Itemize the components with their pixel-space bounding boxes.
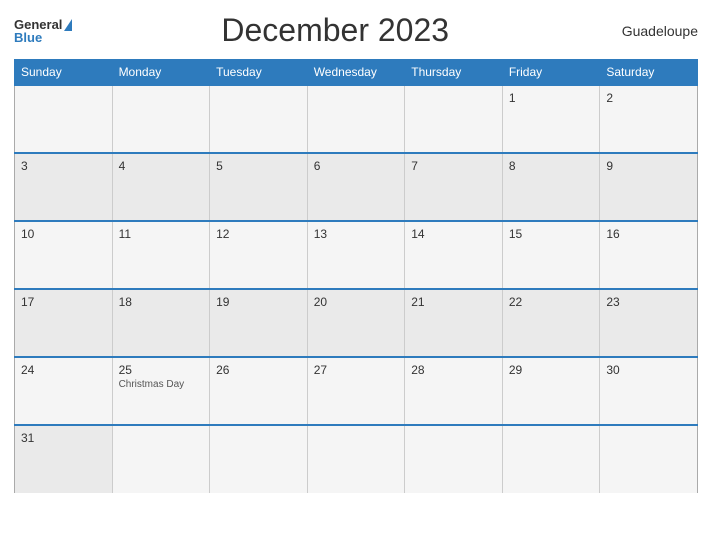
- day-number: 10: [21, 227, 106, 241]
- calendar-cell: [502, 425, 600, 493]
- day-number: 28: [411, 363, 496, 377]
- calendar-cell: 19: [210, 289, 308, 357]
- calendar-cell: 23: [600, 289, 698, 357]
- calendar-cell: 24: [15, 357, 113, 425]
- day-number: 17: [21, 295, 106, 309]
- calendar-cell: [112, 85, 210, 153]
- weekday-header-row: SundayMondayTuesdayWednesdayThursdayFrid…: [15, 60, 698, 86]
- calendar-cell: 26: [210, 357, 308, 425]
- logo-text-general: General: [14, 18, 62, 31]
- day-number: 26: [216, 363, 301, 377]
- logo-triangle-icon: [64, 19, 72, 31]
- calendar-cell: 30: [600, 357, 698, 425]
- day-number: 21: [411, 295, 496, 309]
- day-number: 24: [21, 363, 106, 377]
- calendar-cell: 16: [600, 221, 698, 289]
- day-number: 9: [606, 159, 691, 173]
- calendar-cell: [405, 85, 503, 153]
- weekday-header-friday: Friday: [502, 60, 600, 86]
- weekday-header-sunday: Sunday: [15, 60, 113, 86]
- day-number: 7: [411, 159, 496, 173]
- weekday-header-thursday: Thursday: [405, 60, 503, 86]
- calendar-cell: 11: [112, 221, 210, 289]
- calendar-row-4: 24 25 Christmas Day 26 27 28 29 30: [15, 357, 698, 425]
- day-number: 31: [21, 431, 106, 445]
- day-number: 18: [119, 295, 204, 309]
- day-number: 23: [606, 295, 691, 309]
- calendar-row-0: 12: [15, 85, 698, 153]
- day-number: 27: [314, 363, 399, 377]
- calendar-row-2: 10 11 12 13 14 15 16: [15, 221, 698, 289]
- calendar-row-3: 17 18 19 20 21 22 23: [15, 289, 698, 357]
- calendar-cell: 22: [502, 289, 600, 357]
- day-number: 1: [509, 91, 594, 105]
- weekday-header-tuesday: Tuesday: [210, 60, 308, 86]
- calendar-cell: 8: [502, 153, 600, 221]
- calendar-row-5: 31: [15, 425, 698, 493]
- calendar-cell: 15: [502, 221, 600, 289]
- calendar-cell: 13: [307, 221, 405, 289]
- day-number: 13: [314, 227, 399, 241]
- day-number: 29: [509, 363, 594, 377]
- calendar-cell: 7: [405, 153, 503, 221]
- day-number: 11: [119, 227, 204, 241]
- logo-text-blue: Blue: [14, 31, 42, 44]
- day-number: 20: [314, 295, 399, 309]
- calendar-cell: 17: [15, 289, 113, 357]
- day-number: 3: [21, 159, 106, 173]
- calendar-cell: [600, 425, 698, 493]
- calendar-cell: [210, 425, 308, 493]
- calendar-cell: [405, 425, 503, 493]
- calendar-cell: 9: [600, 153, 698, 221]
- day-number: 25: [119, 363, 204, 377]
- day-number: 2: [606, 91, 691, 105]
- calendar-cell: 18: [112, 289, 210, 357]
- calendar-row-1: 3456789: [15, 153, 698, 221]
- calendar-cell: 25 Christmas Day: [112, 357, 210, 425]
- calendar-cell: 4: [112, 153, 210, 221]
- calendar-cell: 2: [600, 85, 698, 153]
- day-number: 15: [509, 227, 594, 241]
- calendar-cell: 12: [210, 221, 308, 289]
- calendar-cell: 6: [307, 153, 405, 221]
- day-number: 22: [509, 295, 594, 309]
- calendar-cell: 28: [405, 357, 503, 425]
- calendar-cell: 31: [15, 425, 113, 493]
- calendar-cell: [15, 85, 113, 153]
- calendar-cell: 5: [210, 153, 308, 221]
- day-number: 6: [314, 159, 399, 173]
- calendar-title: December 2023: [72, 12, 598, 49]
- day-number: 30: [606, 363, 691, 377]
- event-label: Christmas Day: [119, 379, 204, 390]
- day-number: 16: [606, 227, 691, 241]
- day-number: 12: [216, 227, 301, 241]
- calendar-cell: 29: [502, 357, 600, 425]
- location-label: Guadeloupe: [598, 23, 698, 39]
- calendar-cell: [210, 85, 308, 153]
- logo: General Blue: [14, 18, 72, 44]
- calendar-cell: 20: [307, 289, 405, 357]
- header: General Blue December 2023 Guadeloupe: [14, 12, 698, 49]
- weekday-header-saturday: Saturday: [600, 60, 698, 86]
- calendar-cell: [112, 425, 210, 493]
- calendar-cell: [307, 425, 405, 493]
- calendar-cell: 1: [502, 85, 600, 153]
- day-number: 19: [216, 295, 301, 309]
- calendar-cell: 21: [405, 289, 503, 357]
- calendar-cell: 10: [15, 221, 113, 289]
- calendar-cell: 27: [307, 357, 405, 425]
- calendar-cell: 3: [15, 153, 113, 221]
- day-number: 8: [509, 159, 594, 173]
- calendar-table: SundayMondayTuesdayWednesdayThursdayFrid…: [14, 59, 698, 493]
- calendar-cell: 14: [405, 221, 503, 289]
- weekday-header-monday: Monday: [112, 60, 210, 86]
- day-number: 14: [411, 227, 496, 241]
- day-number: 4: [119, 159, 204, 173]
- weekday-header-wednesday: Wednesday: [307, 60, 405, 86]
- calendar-page: General Blue December 2023 Guadeloupe Su…: [0, 0, 712, 550]
- calendar-cell: [307, 85, 405, 153]
- day-number: 5: [216, 159, 301, 173]
